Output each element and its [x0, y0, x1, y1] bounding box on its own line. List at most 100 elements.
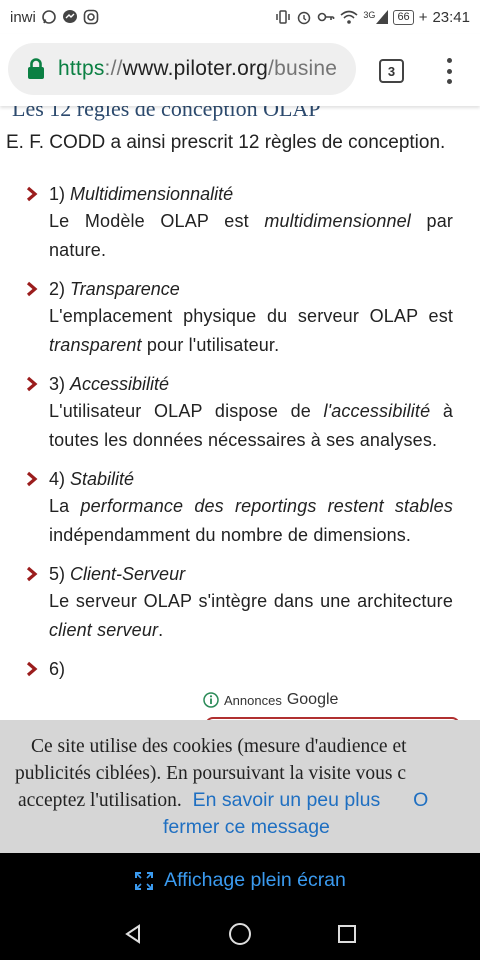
- vibrate-icon: [276, 10, 291, 24]
- home-button[interactable]: [228, 922, 252, 946]
- tab-count: 3: [387, 63, 396, 79]
- recents-button[interactable]: [335, 922, 359, 946]
- menu-dot: [446, 79, 452, 84]
- wifi-icon: [340, 10, 358, 24]
- rule-desc-text: Le Modèle OLAP est: [49, 211, 265, 231]
- rule-item: 1) Multidimensionnalité Le Modèle OLAP e…: [0, 182, 480, 265]
- recents-icon: [337, 925, 356, 943]
- messenger-icon: [62, 10, 77, 23]
- battery-level: 66: [397, 10, 410, 23]
- ads-brand: Google: [286, 691, 339, 708]
- status-left: inwi: [10, 9, 99, 26]
- rule-item: 3) Accessibilité L'utilisateur OLAP disp…: [0, 372, 480, 455]
- whatsapp-icon: [42, 10, 56, 24]
- chevron-right-icon: [26, 566, 38, 582]
- rule-title: 6): [49, 657, 453, 682]
- cookie-more-link[interactable]: En savoir un peu plus: [193, 789, 381, 811]
- rule-number: 2): [49, 279, 66, 299]
- rule-item: 6): [0, 657, 480, 682]
- more-vert-icon[interactable]: [438, 56, 460, 86]
- cookie-close-line: fermer ce message: [163, 814, 330, 841]
- cookie-banner: Ce site utilise des cookies (mesure d'au…: [0, 720, 480, 853]
- rule-desc-text: Le serveur OLAP s'intègre dans une archi…: [49, 591, 453, 611]
- back-icon: [125, 924, 141, 944]
- fullscreen-bar[interactable]: Affichage plein écran: [0, 853, 480, 908]
- chevron-right-icon: [26, 376, 38, 392]
- rule-desc-text: L'emplacement physique du serveur OLAP e…: [49, 306, 453, 326]
- url-separator: ://: [104, 57, 123, 80]
- chevron-right-icon: [26, 471, 38, 487]
- rule-title: 1) Multidimensionnalité: [49, 182, 453, 207]
- instagram-icon: [83, 9, 99, 25]
- page-heading: Les 12 règles de conception OLAP: [12, 106, 321, 121]
- rule-desc-emphasis: transparent: [49, 335, 142, 355]
- charging-plus: +: [418, 8, 428, 26]
- intro-text: E. F. CODD a ainsi prescrit 12 règles de…: [6, 132, 446, 153]
- rule-desc-text: L'utilisateur OLAP dispose de: [49, 401, 324, 421]
- rule-desc-text: .: [158, 620, 164, 640]
- rule-desc-emphasis: client serveur: [49, 620, 159, 640]
- info-icon[interactable]: [203, 692, 219, 708]
- rule-name: Accessibilité: [70, 374, 170, 394]
- lock-icon: [28, 58, 44, 79]
- clock: 23:41: [432, 8, 470, 26]
- rules-list: 1) Multidimensionnalité Le Modèle OLAP e…: [0, 182, 480, 694]
- rule-desc-emphasis: performance des reportings restent stabl…: [80, 496, 453, 516]
- chevron-right-icon: [26, 281, 38, 297]
- rule-desc-text: La: [49, 496, 81, 516]
- rule-name: Multidimensionnalité: [70, 184, 234, 204]
- cookie-text: acceptez l'utilisation.: [18, 790, 182, 811]
- rule-item: 4) Stabilité La performance des reportin…: [0, 467, 480, 550]
- ads-by-google[interactable]: Annonces Google: [203, 691, 338, 709]
- rule-desc-emphasis: multidimensionnel: [264, 211, 411, 231]
- signal-icon: 3G: [363, 10, 389, 24]
- rule-title: 4) Stabilité: [49, 467, 453, 492]
- rule-title: 5) Client-Serveur: [49, 562, 453, 587]
- rule-desc-emphasis: l'accessibilité: [323, 401, 431, 421]
- network-type: 3G: [363, 10, 376, 20]
- menu-dot: [446, 68, 452, 74]
- url-text[interactable]: https://www.piloter.org/busine: [58, 57, 337, 81]
- url-scheme: https: [58, 57, 105, 80]
- status-bar: inwi 3G 66 + 23:41: [0, 0, 480, 34]
- menu-dot: [446, 58, 452, 63]
- ads-label: Annonces: [224, 692, 282, 708]
- fullscreen-icon: [135, 871, 154, 890]
- rule-name: Transparence: [70, 279, 180, 299]
- rule-desc-text: indépendamment du nombre de dimensions.: [49, 525, 412, 545]
- url-path: /busine: [268, 57, 338, 80]
- rule-number: 6): [49, 659, 66, 679]
- page-content: Les 12 règles de conception OLAP E. F. C…: [0, 106, 480, 720]
- cookie-text-line: Ce site utilise des cookies (mesure d'au…: [31, 736, 407, 757]
- cookie-text-line: publicités ciblées). En poursuivant la v…: [15, 763, 406, 784]
- back-button[interactable]: [121, 922, 145, 946]
- rule-number: 1): [49, 184, 66, 204]
- rule-description: Le Modèle OLAP est multidimensionnel par…: [49, 207, 453, 265]
- browser-toolbar: https://www.piloter.org/busine 3: [0, 34, 480, 106]
- chevron-right-icon: [26, 186, 38, 202]
- system-nav-bar: [0, 908, 480, 960]
- rule-description: Le serveur OLAP s'intègre dans une archi…: [49, 587, 453, 645]
- cookie-text-line: acceptez l'utilisation. En savoir un peu…: [18, 787, 428, 814]
- url-host: www.piloter.org: [122, 57, 269, 80]
- url-bar[interactable]: https://www.piloter.org/busine: [8, 43, 356, 95]
- rule-name: Client-Serveur: [70, 564, 186, 584]
- rule-item: 5) Client-Serveur Le serveur OLAP s'intè…: [0, 562, 480, 645]
- alarm-icon: [298, 11, 311, 25]
- rule-number: 4): [49, 469, 66, 489]
- rule-desc-text: pour l'utilisateur.: [141, 335, 280, 355]
- battery-icon: 66: [393, 9, 414, 25]
- tab-switcher-button[interactable]: 3: [379, 59, 404, 83]
- rule-number: 3): [49, 374, 66, 394]
- rule-number: 5): [49, 564, 66, 584]
- status-right: 3G 66 + 23:41: [275, 9, 470, 26]
- carrier-name: inwi: [10, 8, 36, 26]
- rule-title: 2) Transparence: [49, 277, 453, 302]
- rule-description: L'emplacement physique du serveur OLAP e…: [49, 302, 453, 360]
- home-icon: [228, 923, 251, 945]
- rule-description: La performance des reportings restent st…: [49, 492, 453, 550]
- rule-item: 2) Transparence L'emplacement physique d…: [0, 277, 480, 360]
- fullscreen-label: Affichage plein écran: [164, 869, 346, 891]
- cookie-close-link[interactable]: fermer ce message: [163, 816, 330, 838]
- rule-title: 3) Accessibilité: [49, 372, 453, 397]
